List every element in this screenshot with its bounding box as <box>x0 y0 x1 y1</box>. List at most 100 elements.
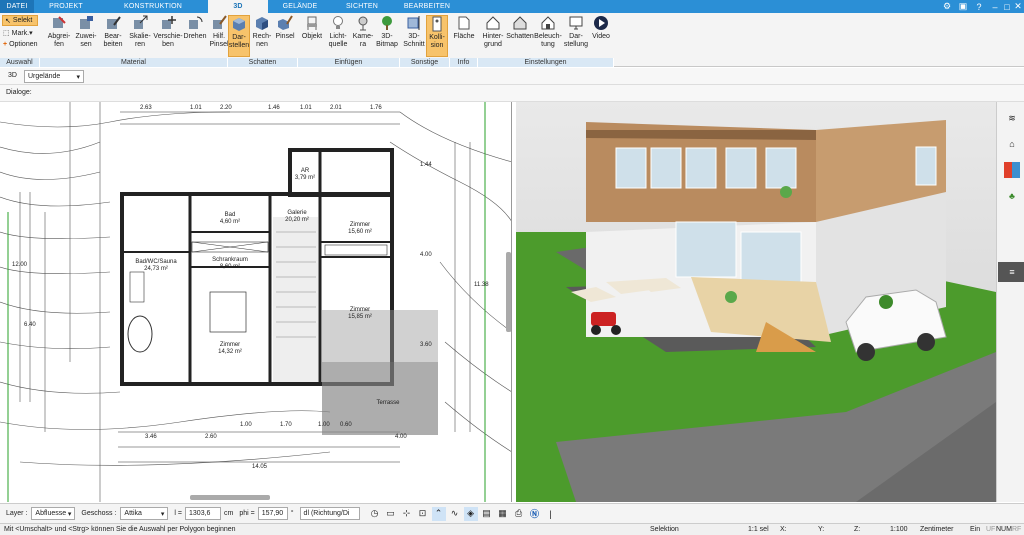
chevron-down-icon: ▾ <box>67 510 72 518</box>
label: Dar- stellen <box>228 34 250 49</box>
settings-video-button[interactable]: Video <box>590 15 612 57</box>
grid-icon[interactable]: ▦ <box>496 507 510 521</box>
print-icon[interactable]: ⎙ <box>512 507 526 521</box>
tab-sichten[interactable]: SICHTEN <box>332 0 392 13</box>
plan-hscrollbar[interactable] <box>190 495 270 500</box>
material-zuweisen-button[interactable]: Zuwei- sen <box>73 15 99 57</box>
insert-objekt-button[interactable]: Objekt <box>300 15 324 57</box>
3d-view[interactable] <box>516 102 996 502</box>
settings-icon[interactable]: ⚙ <box>940 0 954 13</box>
mark-button[interactable]: ⬚ Mark. ▾ <box>3 29 33 38</box>
point-icon[interactable]: ⊹ <box>400 507 414 521</box>
settings-schatten-button[interactable]: Schatten <box>506 15 534 57</box>
room-name: Zimmer <box>349 222 371 228</box>
dim-label: 2.63 <box>140 105 152 111</box>
sonstige-3dschnitt-button[interactable]: 3D- Schnitt <box>403 15 425 57</box>
tab-gelaende[interactable]: GELÄNDE <box>268 0 332 13</box>
plane-icon[interactable]: ◈ <box>463 506 478 521</box>
plan-vscrollbar[interactable] <box>506 252 511 332</box>
menu-icon[interactable]: ≡ <box>998 262 1024 282</box>
status-scale: 1:100 <box>890 526 908 533</box>
group-auswahl: ↖ Selekt ⬚ Mark. ▾ + Optionen Auswahl <box>0 13 40 67</box>
dim-label: 2.60 <box>205 434 217 440</box>
material-hilfpinsel-button[interactable]: Hilf. Pinsel <box>208 15 230 57</box>
tab-datei[interactable]: DATEI <box>0 0 34 13</box>
layer-dropdown[interactable]: Abfluesse ▾ <box>31 507 76 520</box>
options-button[interactable]: + Optionen <box>3 41 38 48</box>
cube-calc-icon <box>254 15 270 31</box>
north-icon[interactable]: Ⓝ <box>528 507 542 521</box>
tab-projekt[interactable]: PROJEKT <box>34 0 98 13</box>
material-skalieren-button[interactable]: Skalie- ren <box>127 15 153 57</box>
wave-icon[interactable]: ∿ <box>448 507 462 521</box>
clock-icon[interactable]: ◷ <box>368 507 382 521</box>
dim-label: 11.38 <box>474 282 489 288</box>
group-info: Fläche Info <box>450 13 478 67</box>
info-flaeche-button[interactable]: Fläche <box>453 15 475 57</box>
save-icon[interactable]: ▣ <box>956 0 970 13</box>
insert-3dbitmap-button[interactable]: 3D- Bitmap <box>375 15 399 57</box>
terrain-dropdown-value: Urgelände <box>28 73 61 80</box>
snap-icon[interactable]: ⊡ <box>416 507 430 521</box>
room-label: Bad/WC/Sauna 24,73 m² <box>125 259 187 273</box>
status-flag: RF <box>1012 526 1022 533</box>
insert-kamera-button[interactable]: Kame- ra <box>352 15 374 57</box>
brush-icon <box>211 15 227 31</box>
chair-icon <box>304 15 320 31</box>
chair-icon[interactable]: ⌂ <box>1004 136 1020 152</box>
terrain-dropdown[interactable]: Urgelände ▾ <box>24 70 84 83</box>
status-unit: Zentimeter <box>920 526 954 533</box>
cube-shade-icon <box>231 16 247 32</box>
tab-konstruktion[interactable]: KONSTRUKTION <box>98 0 208 13</box>
length-unit: cm <box>224 510 234 517</box>
phi-input[interactable]: 157,90 <box>257 507 288 520</box>
tree-icon[interactable]: ♣ <box>1004 188 1020 204</box>
dim-label: 1.01 <box>300 105 312 111</box>
floor-plan-view[interactable]: Bad/WC/Sauna 24,73 m² Bad 4,60 m² Schrankr… <box>0 102 512 502</box>
material-drehen-button[interactable]: Drehen <box>183 15 207 57</box>
material-bearbeiten-button[interactable]: Bear- beiten <box>100 15 126 57</box>
layers-icon[interactable]: ▤ <box>480 507 494 521</box>
house-light-icon <box>540 15 556 31</box>
line-icon[interactable]: ⌃ <box>431 506 446 521</box>
status-y: Y: <box>818 526 825 533</box>
monitor-icon[interactable]: ▭ <box>384 507 398 521</box>
dim-label: 1.44 <box>420 162 432 168</box>
status-hint: Mit <Umschalt> und <Strg> können Sie die… <box>4 526 236 533</box>
status-bar: Mit <Umschalt> und <Strg> können Sie die… <box>0 523 1024 535</box>
dim-label: 1.46 <box>268 105 280 111</box>
layers-icon[interactable]: ≋ <box>1004 110 1020 126</box>
color-palette-icon[interactable] <box>1004 162 1020 178</box>
dim-label: 1.01 <box>190 105 202 111</box>
length-label: l = <box>174 510 183 517</box>
dim-label: 4.00 <box>420 252 432 258</box>
assign-icon <box>78 15 94 31</box>
direction-dropdown[interactable]: dl (Richtung/Di <box>299 507 360 520</box>
schatten-rechnen-button[interactable]: Rech- nen <box>251 15 273 57</box>
label: Hilf. Pinsel <box>209 33 229 48</box>
select-button[interactable]: ↖ Selekt <box>2 15 38 26</box>
length-input[interactable]: 1303,6 <box>185 507 222 520</box>
schatten-pinsel-button[interactable]: Pinsel <box>274 15 296 57</box>
settings-darstellung-button[interactable]: Dar- stellung <box>563 15 589 57</box>
insert-lichtquelle-button[interactable]: Licht- quelle <box>325 15 351 57</box>
ribbon: ↖ Selekt ⬚ Mark. ▾ + Optionen Auswahl Abgrei… <box>0 13 1024 67</box>
room-area: 15,85 m² <box>348 314 372 320</box>
floor-dropdown[interactable]: Attika ▾ <box>120 507 169 520</box>
help-icon[interactable]: ? <box>972 0 986 13</box>
settings-beleuchtung-button[interactable]: Beleuch- tung <box>534 15 562 57</box>
close-icon[interactable]: ✕ <box>1011 0 1024 13</box>
room-name: Terrasse <box>376 400 400 406</box>
sonstige-kollision-button[interactable]: Kolli- sion <box>426 15 448 57</box>
section-cut-icon <box>406 15 422 31</box>
tab-bearbeiten[interactable]: BEARBEITEN <box>392 0 462 13</box>
settings-hintergrund-button[interactable]: Hinter- grund <box>480 15 506 57</box>
material-verschieben-button[interactable]: Verschie- ben <box>153 15 183 57</box>
room-area: 24,73 m² <box>144 266 168 272</box>
tab-3d[interactable]: 3D <box>208 0 268 13</box>
label: Kolli- sion <box>429 34 445 49</box>
schatten-darstellen-button[interactable]: Dar- stellen <box>228 15 250 57</box>
house-shadow-icon <box>512 15 528 31</box>
material-abgreifen-button[interactable]: Abgrei- fen <box>46 15 72 57</box>
label: Zuwei- sen <box>75 33 97 48</box>
